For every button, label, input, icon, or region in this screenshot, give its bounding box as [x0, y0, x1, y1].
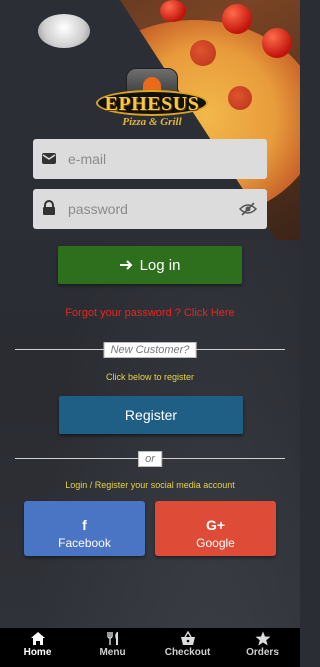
pepperoni	[190, 40, 216, 66]
brand-logo: EPHESUS Pizza & Grill	[96, 68, 208, 134]
arrow-right-icon	[119, 260, 132, 270]
google-label: Google	[196, 535, 235, 550]
nav-orders-label: Orders	[246, 647, 279, 658]
nav-orders[interactable]: Orders	[225, 628, 300, 667]
nav-home-label: Home	[23, 647, 52, 658]
tomato	[222, 4, 252, 34]
salt-bowl	[38, 14, 90, 48]
envelope-icon	[42, 153, 56, 164]
forgot-password-link[interactable]: Forgot your password ? Click Here	[0, 307, 300, 319]
tomato	[262, 28, 292, 58]
social-hint: Login / Register your social media accou…	[65, 480, 235, 490]
facebook-button[interactable]: f Facebook	[24, 501, 145, 556]
login-button[interactable]: Log in	[58, 246, 242, 284]
google-plus-icon: G+	[205, 516, 226, 533]
email-field[interactable]	[33, 139, 267, 179]
tomato	[160, 0, 186, 22]
password-field[interactable]	[33, 189, 267, 229]
basket-icon	[180, 631, 195, 645]
facebook-label: Facebook	[58, 535, 111, 550]
nav-menu-label: Menu	[99, 647, 126, 658]
nav-home[interactable]: Home	[0, 628, 75, 667]
email-input[interactable]	[68, 139, 248, 179]
facebook-icon: f	[82, 516, 87, 533]
register-button[interactable]: Register	[59, 396, 243, 434]
star-icon	[255, 631, 270, 646]
bottom-nav: Home Menu Checkout Orders	[0, 628, 300, 667]
google-button[interactable]: G+ Google	[155, 501, 276, 556]
home-icon	[30, 632, 45, 645]
eye-slash-icon[interactable]	[239, 201, 257, 217]
register-hint: Click below to register	[105, 372, 195, 382]
cutlery-icon	[106, 632, 118, 645]
pepperoni	[228, 86, 252, 110]
new-customer-label: New Customer?	[103, 342, 197, 358]
login-label: Log in	[139, 256, 181, 274]
or-label: or	[138, 451, 162, 467]
nav-menu[interactable]: Menu	[75, 628, 150, 667]
password-input[interactable]	[68, 189, 248, 229]
brand-name: EPHESUS	[104, 93, 200, 115]
nav-checkout-label: Checkout	[164, 647, 211, 658]
lock-icon	[43, 200, 55, 215]
nav-checkout[interactable]: Checkout	[150, 628, 225, 667]
brand-tagline: Pizza & Grill	[122, 116, 182, 128]
